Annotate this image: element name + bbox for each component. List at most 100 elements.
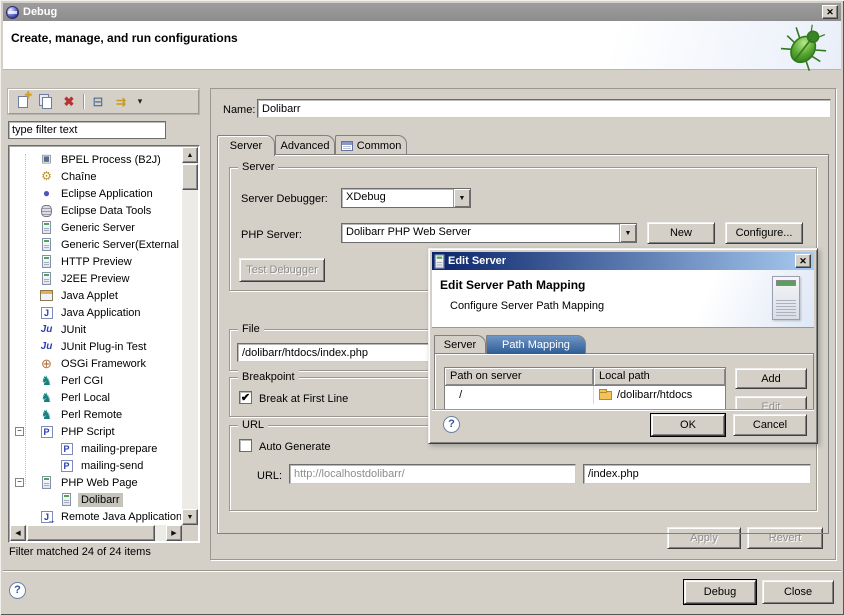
tree-item-j2ee-preview[interactable]: J2EE Preview [11,270,181,287]
dialog-help-icon[interactable]: ? [443,416,460,433]
name-label: Name: [223,103,255,117]
add-mapping-button[interactable]: Add [735,368,807,389]
plus-glyph: ✚ [24,91,32,100]
vertical-scroll-thumb[interactable] [182,164,198,190]
tree-item-http-preview[interactable]: HTTP Preview [11,253,181,270]
tree-item-mailing-prepare[interactable]: Pmailing-prepare [11,440,181,457]
tab-advanced[interactable]: Advanced [275,135,335,155]
close-button[interactable]: Close [762,580,834,604]
horizontal-scroll-thumb[interactable] [27,525,155,541]
dialog-close-button[interactable]: ✕ [795,254,811,268]
name-input[interactable]: Dolibarr [257,99,831,118]
gears-icon: ⚙ [39,170,54,184]
duplicate-configuration-icon[interactable] [37,93,55,110]
tree-item-php-script[interactable]: −PPHP Script [11,423,181,440]
tab-common[interactable]: Common [335,135,407,155]
applet-icon [39,289,54,303]
tree-item-label: OSGi Framework [58,357,149,371]
delete-configuration-icon[interactable]: ✖ [60,93,78,110]
scroll-left-button[interactable]: ◀ [10,525,26,541]
tree-vertical-scrollbar[interactable]: ▲ ▼ [182,147,198,525]
tree-item-generic-server-external-la[interactable]: Generic Server(External La [11,236,181,253]
camel-icon: ♞ [39,374,54,388]
tree-item-php-web-page[interactable]: − PHP Web Page [11,474,181,491]
tree-item-label: Chaîne [58,170,99,184]
tree-item-generic-server[interactable]: Generic Server [11,219,181,236]
scroll-down-button[interactable]: ▼ [182,509,198,525]
tree-item-eclipse-data-tools[interactable]: Eclipse Data Tools [11,202,181,219]
tree-item-perl-remote[interactable]: ♞Perl Remote [11,406,181,423]
tree-item-perl-cgi[interactable]: ♞ Perl CGI [11,372,181,389]
scroll-right-button[interactable]: ▶ [166,525,182,541]
edit-server-dialog: Edit Server ✕ Edit Server Path Mapping C… [428,248,818,444]
debug-bug-icon [779,23,831,74]
tree-item-label: Java Applet [58,289,121,303]
junit-icon: Ju [39,340,54,354]
php-icon: P [59,459,74,473]
tree-item-dolibarr[interactable]: Dolibarr [11,491,181,508]
tree-item-label: BPEL Process (B2J) [58,153,164,167]
debug-button[interactable]: Debug [684,580,756,604]
tab-label: Server [230,140,262,152]
tree-item-label: mailing-send [78,459,146,473]
cancel-button[interactable]: Cancel [733,414,807,436]
server-icon [39,238,54,252]
java-icon: J [39,306,54,320]
osgi-icon: ⊕ [39,357,54,371]
folder-icon [599,391,612,400]
tree-horizontal-scrollbar[interactable]: ◀ ▶ [10,525,182,541]
tab-server[interactable]: Server [217,135,275,156]
dialog-tab-server[interactable]: Server [434,335,486,353]
configuration-tree: ▣ BPEL Process (B2J) ⚙ Chaîne●Eclipse Appli… [8,145,200,543]
bpel-icon: ▣ [39,153,54,167]
local-path-text: /dolibarr/htdocs [617,389,692,401]
server-icon [39,255,54,269]
debug-configurations-window: Debug ✕ Create, manage, and run configur… [0,0,844,615]
new-configuration-icon[interactable]: ✚ [14,93,32,110]
cell-server-path: / [445,386,594,404]
collapse-node-icon[interactable]: − [15,478,24,487]
tree-item-perl-local[interactable]: ♞Perl Local [11,389,181,406]
dialog-header: Edit Server Path Mapping Configure Serve… [432,270,814,328]
server-icon [39,272,54,286]
help-icon[interactable]: ? [9,582,26,599]
collapse-all-icon[interactable]: ⊟ [89,93,107,110]
php-icon: P [59,442,74,456]
tree-item-junit-plug-in-test[interactable]: Ju JUnit Plug-in Test [11,338,181,355]
tree-item-junit[interactable]: JuJUnit [11,321,181,338]
tree-item-label: Dolibarr [78,493,123,507]
tree-item-label: Eclipse Application [58,187,156,201]
tree-item-label: mailing-prepare [78,442,160,456]
tree-item-remote-java-application[interactable]: JRemote Java Application [11,508,181,524]
tree-item-label: Eclipse Data Tools [58,204,154,218]
tree-rows: ▣ BPEL Process (B2J) ⚙ Chaîne●Eclipse Appli… [11,148,181,524]
tree-item-osgi-framework[interactable]: ⊕ OSGi Framework [11,355,181,372]
dialog-tab-path-mapping[interactable]: Path Mapping [486,335,586,354]
dialog-titlebar[interactable]: Edit Server ✕ [432,252,814,270]
tab-label: Path Mapping [502,339,570,351]
server-tower-icon [772,276,800,320]
dialog-subheading: Configure Server Path Mapping [450,300,604,312]
table-row[interactable]: / /dolibarr/htdocs [445,386,725,404]
table-header-row: Path on serverLocal path [445,368,725,386]
collapse-node-icon[interactable]: − [15,427,24,436]
cell-local-path: /dolibarr/htdocs [594,386,725,404]
filter-input[interactable]: type filter text [8,121,166,139]
tree-item-cha-ne[interactable]: ⚙ Chaîne [11,168,181,185]
tree-item-label: Perl CGI [58,374,106,388]
tree-item-mailing-send[interactable]: Pmailing-send [11,457,181,474]
tree-item-java-application[interactable]: JJava Application [11,304,181,321]
tree-item-bpel-process-b2j[interactable]: ▣ BPEL Process (B2J) [11,151,181,168]
window-titlebar[interactable]: Debug ✕ [3,3,841,21]
tree-item-label: Remote Java Application [58,510,181,524]
tree-item-label: JUnit Plug-in Test [58,340,149,354]
tree-item-label: PHP Web Page [58,476,141,490]
filter-icon[interactable]: ⇉ [112,93,130,110]
tree-item-java-applet[interactable]: Java Applet [11,287,181,304]
toolbar-separator [83,94,84,109]
window-close-button[interactable]: ✕ [822,5,838,19]
filter-menu-arrow-icon[interactable]: ▾ [135,93,145,110]
scroll-up-button[interactable]: ▲ [182,147,198,163]
ok-button[interactable]: OK [651,414,725,436]
tree-item-eclipse-application[interactable]: ●Eclipse Application [11,185,181,202]
